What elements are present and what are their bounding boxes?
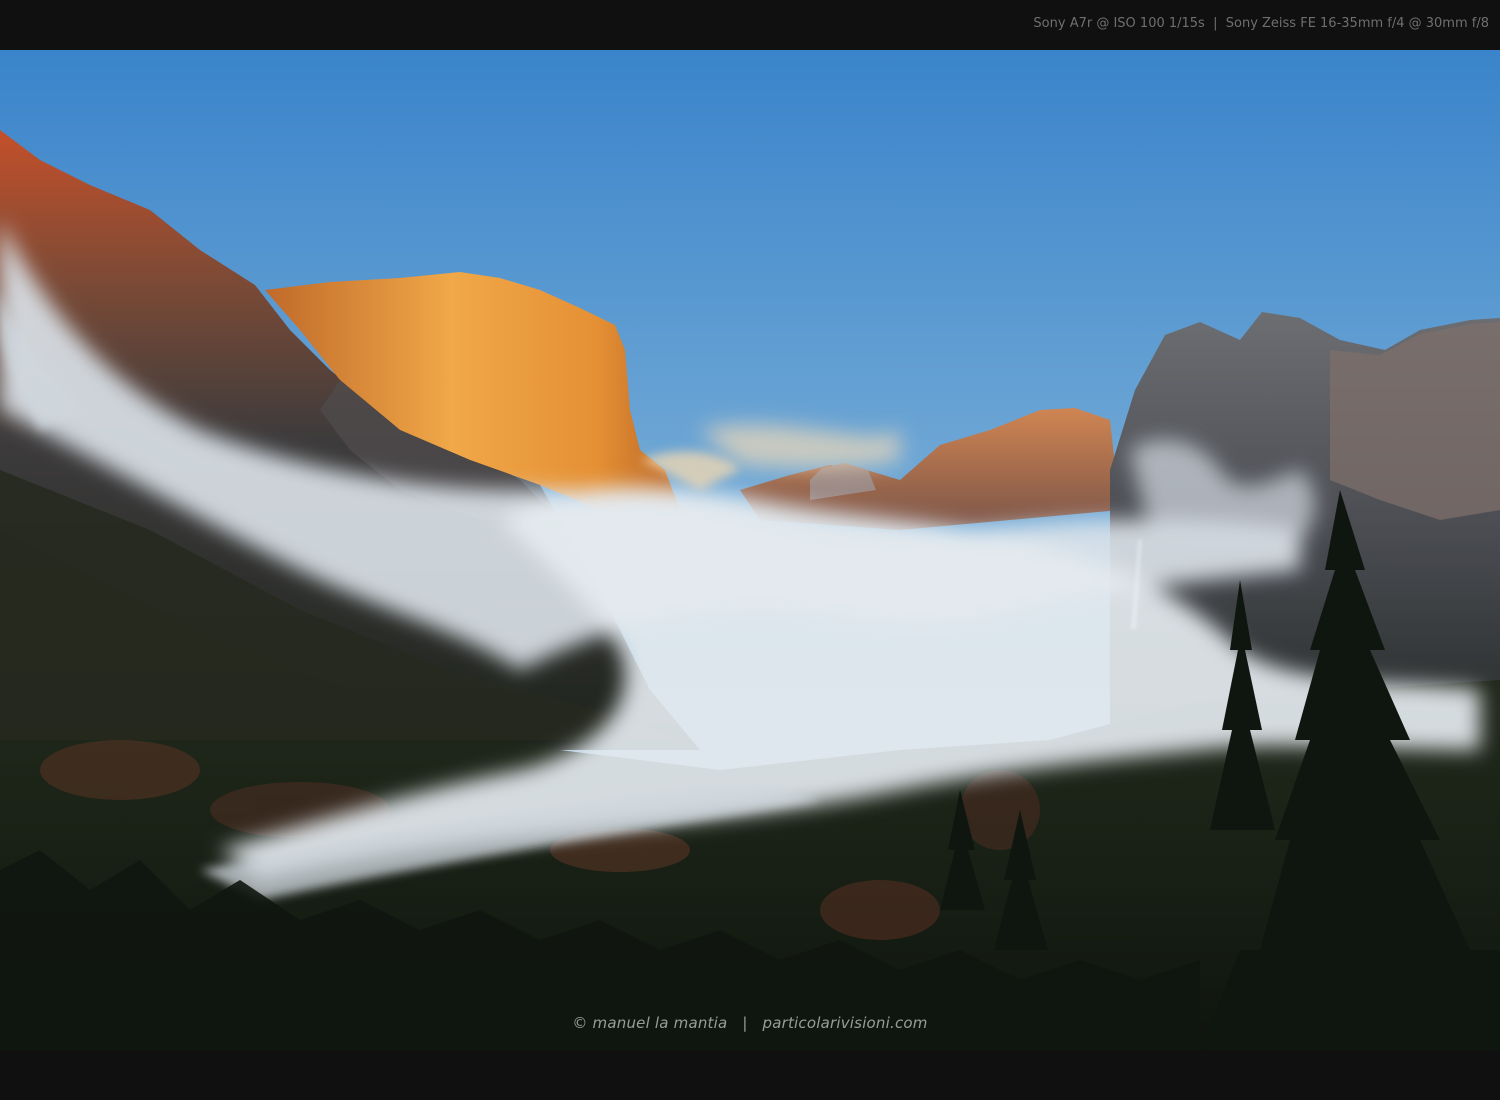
exif-caption: Sony A7r @ ISO 100 1/15s | Sony Zeiss FE…: [1033, 16, 1489, 31]
lens-info: Sony Zeiss FE 16-35mm f/4 @ 30mm f/8: [1225, 16, 1489, 31]
website-text: particolarivisioni.com: [762, 1014, 928, 1032]
bottom-bar: [0, 1050, 1500, 1100]
camera-info: Sony A7r @ ISO 100 1/15s: [1033, 16, 1205, 31]
top-bar: Sony A7r @ ISO 100 1/15s | Sony Zeiss FE…: [0, 0, 1500, 50]
landscape-illustration: [0, 50, 1500, 1050]
photo-frame: Sony A7r @ ISO 100 1/15s | Sony Zeiss FE…: [0, 0, 1500, 1100]
watermark-separator: |: [742, 1014, 748, 1032]
landscape-photo: [0, 50, 1500, 1050]
watermark: © manuel la mantia | particolarivisioni.…: [0, 1014, 1500, 1032]
copyright-text: © manuel la mantia: [572, 1014, 728, 1032]
exif-separator: |: [1213, 16, 1218, 31]
